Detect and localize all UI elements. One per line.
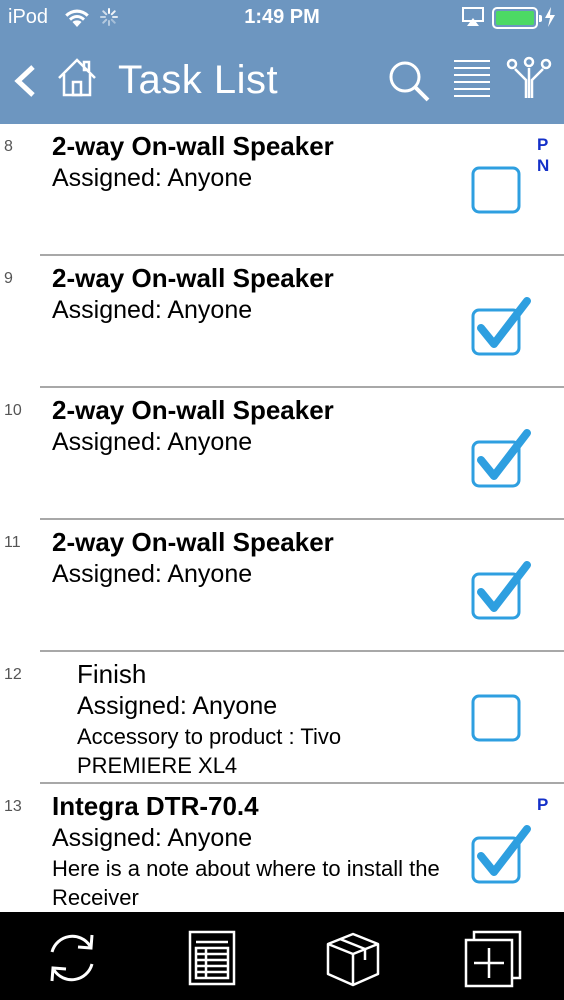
- task-number: 13: [4, 798, 22, 815]
- task-texts: Integra DTR-70.4 Assigned: Anyone Here i…: [52, 790, 452, 912]
- search-icon[interactable]: [386, 58, 432, 109]
- task-note: Here is a note about where to install th…: [52, 856, 440, 910]
- task-name: 2-way On-wall Speaker: [52, 263, 334, 293]
- task-assigned: Assigned: Anyone: [52, 296, 253, 324]
- charging-bolt-icon: [544, 6, 556, 33]
- box-icon[interactable]: [324, 930, 382, 993]
- task-row[interactable]: 8 2-way On-wall Speaker Assigned: Anyone…: [0, 124, 564, 256]
- task-checkbox-checked[interactable]: [470, 822, 534, 891]
- task-number: 12: [4, 666, 22, 683]
- flag-p: P: [537, 795, 549, 814]
- list-icon[interactable]: [450, 58, 494, 107]
- task-assigned: Assigned: Anyone: [52, 428, 253, 456]
- nav-bar: Task List: [0, 36, 564, 124]
- task-checkbox-unchecked[interactable]: [470, 162, 524, 221]
- task-row[interactable]: 10 2-way On-wall Speaker Assigned: Anyon…: [0, 388, 564, 520]
- page-title: Task List: [118, 58, 279, 102]
- task-checkbox-checked[interactable]: [470, 558, 534, 627]
- task-number: 11: [4, 534, 21, 551]
- task-name: Integra DTR-70.4: [52, 791, 259, 821]
- battery-icon: [492, 7, 542, 29]
- task-name: 2-way On-wall Speaker: [52, 131, 334, 161]
- task-assigned: Assigned: Anyone: [52, 164, 253, 192]
- task-number: 10: [4, 402, 22, 419]
- task-list[interactable]: 8 2-way On-wall Speaker Assigned: Anyone…: [0, 124, 564, 912]
- task-row[interactable]: 12 Finish Assigned: Anyone Accessory to …: [0, 652, 564, 784]
- task-texts: 2-way On-wall Speaker Assigned: Anyone: [52, 526, 452, 590]
- chevron-left-icon[interactable]: [12, 64, 38, 103]
- app-header: iPod 1:49 PM Task List: [0, 0, 564, 124]
- task-texts: 2-way On-wall Speaker Assigned: Anyone: [52, 394, 452, 458]
- spreadsheet-icon[interactable]: [188, 930, 236, 991]
- task-number: 9: [4, 270, 13, 287]
- airplay-icon: [462, 7, 484, 32]
- task-name: 2-way On-wall Speaker: [52, 527, 334, 557]
- task-row[interactable]: 13 Integra DTR-70.4 Assigned: Anyone Her…: [0, 784, 564, 912]
- task-assigned: Assigned: Anyone: [52, 824, 253, 852]
- task-note: Accessory to product : Tivo PREMIERE XL4: [77, 724, 342, 778]
- task-texts: 2-way On-wall Speaker Assigned: Anyone: [52, 262, 452, 326]
- task-checkbox-unchecked[interactable]: [470, 690, 524, 749]
- task-name: 2-way On-wall Speaker: [52, 395, 334, 425]
- task-name: Finish: [77, 659, 147, 689]
- task-assigned: Assigned: Anyone: [52, 560, 253, 588]
- task-row[interactable]: 9 2-way On-wall Speaker Assigned: Anyone: [0, 256, 564, 388]
- task-texts: Finish Assigned: Anyone Accessory to pro…: [77, 658, 477, 780]
- task-number: 8: [4, 138, 13, 155]
- task-flags: P: [537, 794, 548, 815]
- people-icon[interactable]: [506, 56, 552, 107]
- bottom-toolbar: [0, 912, 564, 1000]
- add-icon[interactable]: [464, 930, 522, 993]
- task-assigned: Assigned: Anyone: [77, 692, 278, 720]
- task-checkbox-checked[interactable]: [470, 294, 534, 363]
- flag-p: P: [537, 135, 549, 154]
- home-icon[interactable]: [56, 56, 98, 103]
- task-checkbox-checked[interactable]: [470, 426, 534, 495]
- flag-n: N: [537, 156, 550, 175]
- task-row[interactable]: 11 2-way On-wall Speaker Assigned: Anyon…: [0, 520, 564, 652]
- sync-icon[interactable]: [44, 930, 100, 991]
- task-flags: P N: [537, 134, 549, 176]
- task-texts: 2-way On-wall Speaker Assigned: Anyone: [52, 130, 452, 194]
- status-bar: iPod 1:49 PM: [0, 0, 564, 36]
